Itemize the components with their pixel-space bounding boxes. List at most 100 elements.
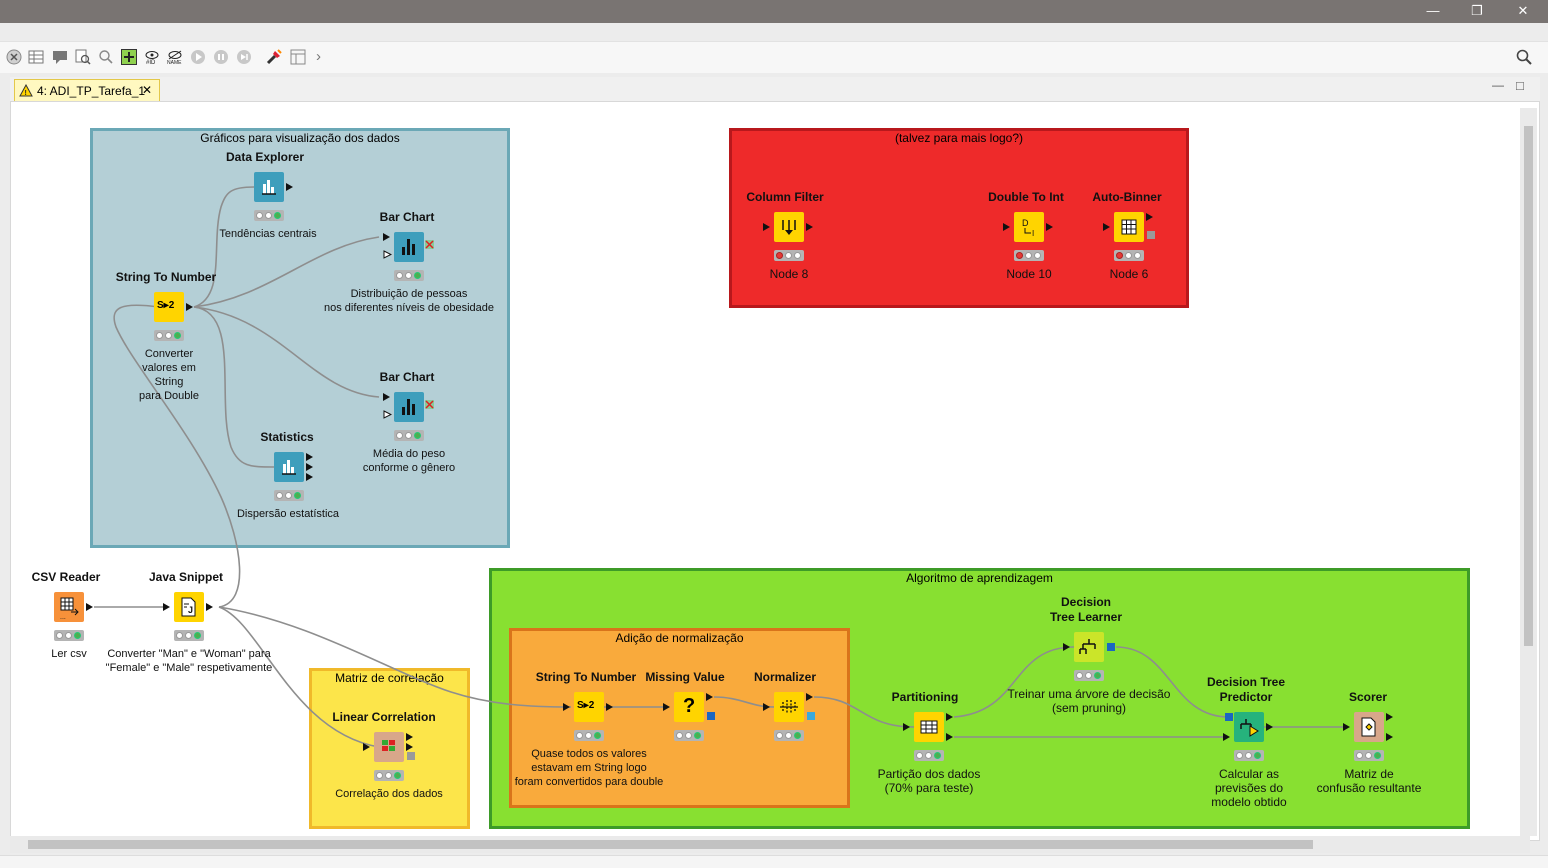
horizontal-scrollbar-thumb[interactable]: [28, 840, 1313, 849]
out-port[interactable]: [406, 733, 413, 741]
node-label-statistics[interactable]: Dispersão estatística: [218, 507, 358, 521]
node-auto-binner[interactable]: [1114, 212, 1144, 242]
in-port[interactable]: [563, 703, 570, 711]
in-port[interactable]: [663, 703, 670, 711]
node-label-decision-tree-predictor[interactable]: Calcular as previsões do modelo obtido: [1189, 767, 1309, 809]
flow-variable-inport-icon[interactable]: [383, 410, 392, 419]
node-label-csv-reader[interactable]: Ler csv: [29, 647, 109, 661]
in-port[interactable]: [1103, 223, 1110, 231]
view-maximize-button[interactable]: □: [1516, 78, 1524, 93]
model-out-port[interactable]: [1107, 643, 1115, 651]
node-statistics[interactable]: [274, 452, 304, 482]
view-minimize-button[interactable]: —: [1492, 78, 1504, 92]
node-partitioning[interactable]: [914, 712, 944, 742]
node-bar-chart-1[interactable]: [394, 232, 424, 262]
model-out-port[interactable]: [407, 752, 415, 760]
node-missing-value[interactable]: ?: [674, 692, 704, 722]
out-port[interactable]: [406, 743, 413, 751]
node-decision-tree-predictor[interactable]: [1234, 712, 1264, 742]
hide-node-name-icon[interactable]: NAME: [167, 49, 183, 65]
node-label-linear-correlation[interactable]: Correlação dos dados: [324, 787, 454, 801]
node-label-partitioning[interactable]: Partição dos dados (70% para teste): [859, 767, 999, 795]
out-port[interactable]: [946, 713, 953, 721]
node-data-explorer[interactable]: [254, 172, 284, 202]
in-port[interactable]: [363, 743, 370, 751]
out-port[interactable]: [286, 183, 293, 191]
in-port[interactable]: [763, 703, 770, 711]
model-out-port[interactable]: [807, 712, 815, 720]
in-port[interactable]: [763, 223, 770, 231]
out-port[interactable]: [946, 733, 953, 741]
vertical-scrollbar[interactable]: [1520, 108, 1537, 836]
in-port[interactable]: [1343, 723, 1350, 731]
node-label-bar-chart-1[interactable]: Distribuição de pessoas nos diferentes n…: [299, 287, 519, 315]
out-port[interactable]: [1386, 733, 1393, 741]
minimize-window-button[interactable]: —: [1410, 0, 1456, 23]
layout-icon[interactable]: [290, 49, 306, 65]
out-port[interactable]: [1386, 713, 1393, 721]
execute-icon[interactable]: [190, 49, 206, 65]
view-port-disabled-icon[interactable]: [425, 240, 434, 249]
vertical-scrollbar-thumb[interactable]: [1524, 126, 1533, 646]
in-port[interactable]: [383, 393, 390, 401]
out-port[interactable]: [1146, 213, 1153, 221]
pause-icon[interactable]: [213, 49, 229, 65]
node-label-data-explorer[interactable]: Tendências centrais: [198, 227, 338, 241]
open-table-icon[interactable]: [28, 49, 44, 65]
node-label-scorer[interactable]: Matriz de confusão resultante: [1304, 767, 1434, 795]
in-port[interactable]: [383, 233, 390, 241]
node-linear-correlation[interactable]: [374, 732, 404, 762]
model-in-port[interactable]: [1225, 713, 1233, 721]
node-string-to-number-2[interactable]: S▸2: [574, 692, 604, 722]
in-port[interactable]: [163, 603, 170, 611]
in-port[interactable]: [1003, 223, 1010, 231]
node-java-snippet[interactable]: J: [174, 592, 204, 622]
out-port[interactable]: [86, 603, 93, 611]
model-out-port[interactable]: [1147, 231, 1155, 239]
configure-icon[interactable]: [266, 49, 282, 65]
out-port[interactable]: [1266, 723, 1273, 731]
out-port[interactable]: [306, 473, 313, 481]
node-label-string-to-number-2[interactable]: Quase todos os valores estavam em String…: [509, 747, 669, 789]
flow-variable-inport-icon[interactable]: [383, 250, 392, 259]
out-port[interactable]: [306, 463, 313, 471]
workflow-canvas[interactable]: Gráficos para visualização dos dados (ta…: [10, 101, 1540, 841]
node-label-auto-binner[interactable]: Node 6: [1079, 267, 1179, 281]
toolbar-more-chevron[interactable]: ›: [316, 48, 321, 65]
node-label-bar-chart-2[interactable]: Média do peso conforme o gênero: [329, 447, 489, 475]
out-port[interactable]: [706, 693, 713, 701]
out-port[interactable]: [806, 693, 813, 701]
node-double-to-int[interactable]: DI: [1014, 212, 1044, 242]
view-port-disabled-icon[interactable]: [425, 400, 434, 409]
node-label-decision-tree-learner[interactable]: Treinar uma árvore de decisão (sem pruni…: [994, 687, 1184, 715]
out-port[interactable]: [1046, 223, 1053, 231]
node-label-java-snippet[interactable]: Converter "Man" e "Woman" para "Female" …: [99, 647, 279, 675]
close-window-button[interactable]: ✕: [1500, 0, 1546, 23]
model-out-port[interactable]: [707, 712, 715, 720]
show-node-id-icon[interactable]: #ID: [144, 49, 160, 65]
cancel-all-icon[interactable]: [6, 49, 22, 65]
out-port[interactable]: [306, 453, 313, 461]
node-label-column-filter[interactable]: Node 8: [739, 267, 839, 281]
grid-snap-icon[interactable]: [121, 49, 137, 65]
comment-icon[interactable]: [52, 49, 68, 65]
out-port[interactable]: [606, 703, 613, 711]
in-port[interactable]: [1063, 643, 1070, 651]
tab-workflow[interactable]: ! 4: ADI_TP_Tarefa_1 ✕: [14, 79, 160, 101]
node-bar-chart-2[interactable]: [394, 392, 424, 422]
node-search-icon[interactable]: [75, 49, 91, 65]
node-csv-reader[interactable]: ...: [54, 592, 84, 622]
node-decision-tree-learner[interactable]: [1074, 632, 1104, 662]
out-port[interactable]: [206, 603, 213, 611]
restore-window-button[interactable]: ❐: [1454, 0, 1500, 23]
node-column-filter[interactable]: [774, 212, 804, 242]
node-scorer[interactable]: [1354, 712, 1384, 742]
node-string-to-number-1[interactable]: S▸2: [154, 292, 184, 322]
node-label-string-to-number-1[interactable]: Converter valores em String para Double: [119, 347, 219, 403]
tab-close-icon[interactable]: ✕: [142, 83, 152, 97]
search-icon[interactable]: [1516, 49, 1532, 65]
node-label-double-to-int[interactable]: Node 10: [979, 267, 1079, 281]
step-icon[interactable]: [236, 49, 252, 65]
out-port[interactable]: [806, 223, 813, 231]
horizontal-scrollbar[interactable]: [10, 836, 1530, 853]
